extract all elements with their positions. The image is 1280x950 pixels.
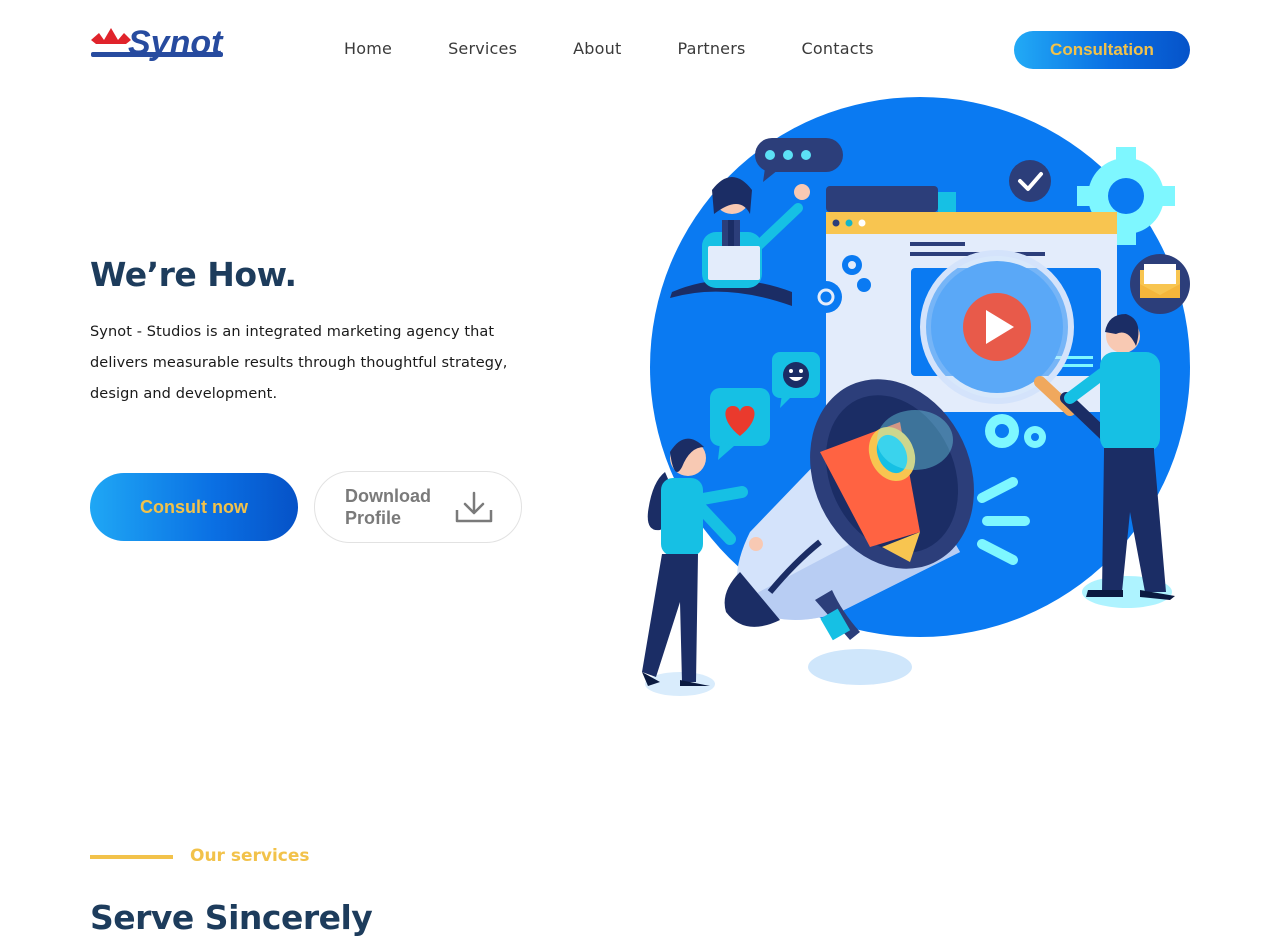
hero-title: We’re How. (90, 255, 297, 294)
svg-text:Synot: Synot (128, 24, 224, 62)
nav-about[interactable]: About (573, 38, 621, 60)
main-nav: Home Services About Partners Contacts (344, 38, 930, 60)
hero-description: Synot - Studios is an integrated marketi… (90, 324, 508, 402)
nav-partners[interactable]: Partners (677, 38, 745, 60)
consult-now-button[interactable]: Consult now (90, 473, 298, 541)
download-profile-button[interactable]: Download Profile (314, 471, 522, 543)
nav-services[interactable]: Services (448, 38, 517, 60)
hero-illustration (642, 97, 1190, 696)
services-label: Our services (190, 846, 310, 866)
services-accent-line (90, 855, 173, 859)
check-icon (1009, 160, 1051, 202)
mail-icon (1130, 254, 1190, 314)
download-icon (455, 491, 493, 523)
nav-home[interactable]: Home (344, 38, 392, 60)
synot-logo[interactable]: Synot (90, 24, 225, 72)
nav-contacts[interactable]: Contacts (802, 38, 874, 60)
download-profile-label: Download Profile (345, 486, 431, 528)
services-title: Serve Sincerely (90, 898, 373, 937)
landing-page: Synot Home Services About Partners Conta… (0, 0, 1280, 950)
consultation-button[interactable]: Consultation (1014, 31, 1190, 69)
